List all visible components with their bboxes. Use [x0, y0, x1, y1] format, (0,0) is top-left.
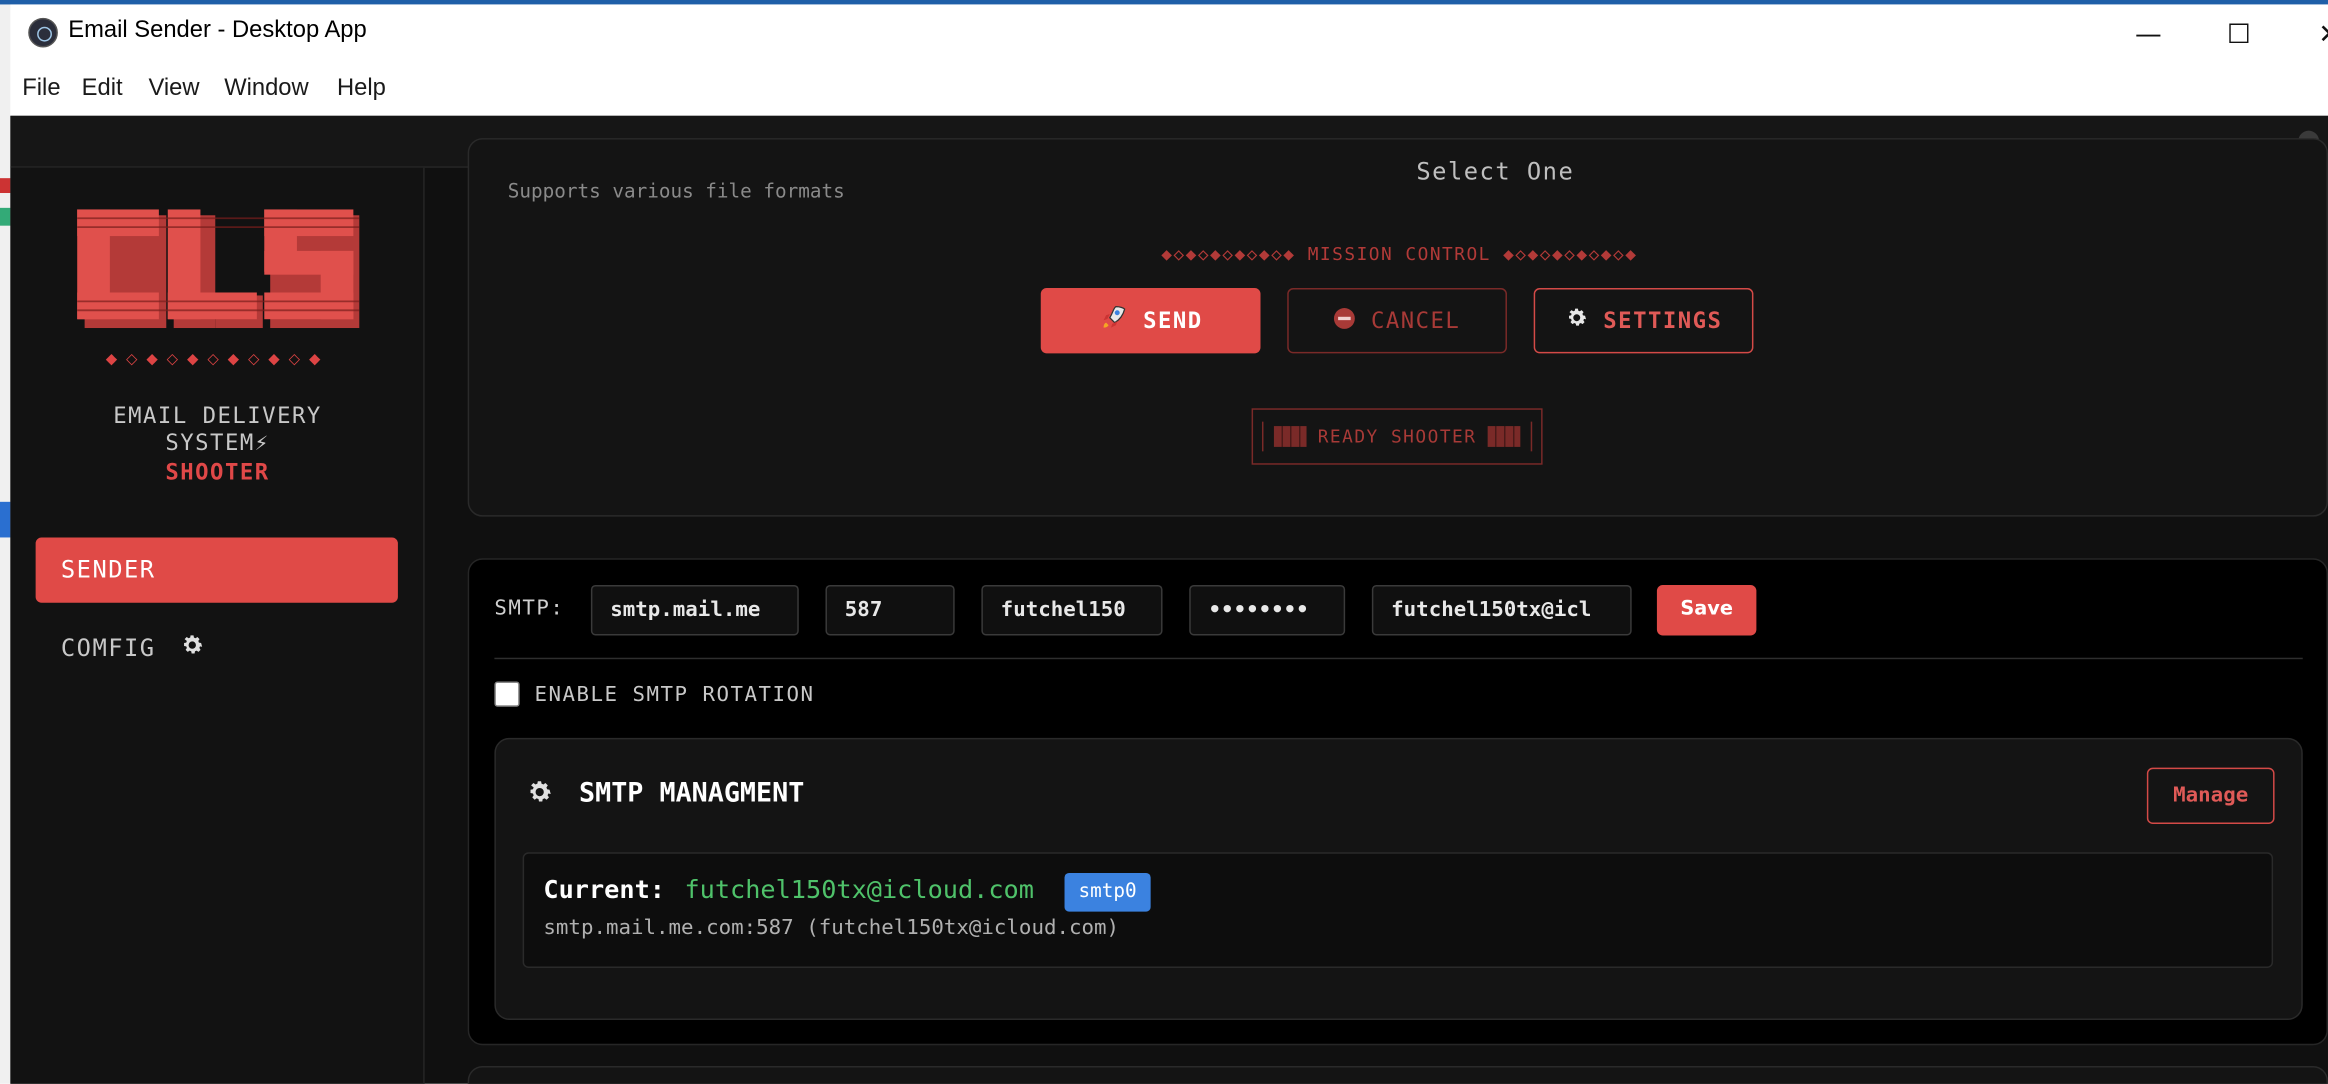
menu-help[interactable]: Help	[337, 76, 386, 103]
current-label: Current:	[543, 875, 665, 906]
smtp-rotation-label: ENABLE SMTP ROTATION	[534, 682, 815, 707]
send-label: SEND	[1143, 307, 1203, 335]
status-text: READY SHOOTER	[1317, 426, 1477, 447]
cancel-label: CANCEL	[1370, 307, 1461, 335]
menu-file[interactable]: File	[22, 76, 60, 103]
smtp-password-input[interactable]: ••••••••	[1189, 584, 1346, 636]
smtp-from-input[interactable]: futchel150tx@icl	[1371, 584, 1632, 636]
maximize-button[interactable]: ☐	[2197, 9, 2280, 62]
manage-button[interactable]: Manage	[2146, 767, 2275, 825]
status-indicator: READY SHOOTER	[1251, 408, 1543, 465]
settings-label: SETTINGS	[1603, 307, 1723, 335]
gear-icon	[1565, 306, 1589, 336]
smtp-management-title: SMTP MANAGMENT	[579, 777, 805, 810]
electron-app-icon	[28, 17, 58, 48]
brand-shooter: SHOOTER	[165, 458, 270, 486]
smtp-badge: smtp0	[1064, 872, 1151, 912]
smtp-port-input[interactable]: 587	[825, 584, 955, 636]
no-entry-icon	[1334, 307, 1356, 335]
sidebar: ◆◇◆◇◆◇◆◇◆◇◆ EMAIL DELIVERY SYSTEM⚡ SHOOT…	[10, 167, 425, 1084]
current-smtp-box: Current: futchel150tx@icloud.com smtp0 s…	[522, 852, 2274, 969]
smtp-panel: SMTP: smtp.mail.me 587 futchel150 ••••••…	[467, 558, 2328, 1046]
file-formats-hint: Supports various file formats	[507, 181, 845, 204]
brick-icon	[1488, 426, 1521, 447]
gear-icon	[526, 778, 554, 812]
file-select[interactable]: Select One	[1416, 157, 1574, 185]
smtp-management-card: SMTP MANAGMENT Manage Current: futchel15…	[494, 737, 2303, 1020]
desktop-edge	[0, 0, 11, 1084]
menu-edit[interactable]: Edit	[82, 76, 123, 103]
menu-view[interactable]: View	[148, 76, 199, 103]
current-email: futchel150tx@icloud.com	[684, 875, 1034, 906]
next-panel	[467, 1066, 2328, 1084]
sidebar-item-config[interactable]: COMFIG	[36, 616, 398, 681]
brick-icon	[1273, 426, 1306, 447]
sidebar-item-label: SENDER	[60, 555, 156, 584]
divider	[494, 657, 2303, 660]
logo-divider: ◆◇◆◇◆◇◆◇◆◇◆	[105, 351, 330, 369]
window-title: Email Sender - Desktop App	[68, 17, 367, 44]
mission-panel: Supports various file formats Select One…	[467, 138, 2328, 517]
brand-line-1: EMAIL DELIVERY	[113, 402, 322, 430]
sidebar-item-label: COMFIG	[60, 633, 156, 663]
smtp-host-input[interactable]: smtp.mail.me	[590, 584, 799, 636]
send-button[interactable]: SEND	[1040, 288, 1261, 354]
minimize-button[interactable]: —	[2107, 9, 2190, 62]
smtp-rotation-checkbox[interactable]	[494, 681, 520, 707]
save-button[interactable]: Save	[1656, 584, 1757, 636]
smtp-username-input[interactable]: futchel150	[981, 584, 1163, 636]
app-content: ◆◇◆◇◆◇◆◇◆◇◆ EMAIL DELIVERY SYSTEM⚡ SHOOT…	[10, 115, 2328, 1084]
gear-icon	[180, 617, 205, 682]
cancel-button[interactable]: CANCEL	[1287, 288, 1507, 354]
menu-bar: File Edit View Window Help	[10, 60, 2328, 116]
menu-window[interactable]: Window	[224, 76, 308, 103]
cls-logo	[77, 209, 360, 329]
close-button[interactable]: ✕	[2288, 9, 2328, 62]
sidebar-item-sender[interactable]: SENDER	[35, 537, 398, 603]
brand-line-2: SYSTEM⚡	[165, 429, 270, 456]
main-panel: Supports various file formats Select One…	[426, 138, 2328, 1084]
smtp-label: SMTP:	[494, 596, 565, 621]
settings-button[interactable]: SETTINGS	[1533, 288, 1754, 354]
rocket-icon	[1099, 303, 1129, 339]
current-smtp-detail: smtp.mail.me.com:587 (futchel150tx@iclou…	[543, 916, 1120, 940]
title-bar: Email Sender - Desktop App — ☐ ✕	[10, 4, 2328, 62]
mission-control-heading: ◆◇◆◇◆◇◆◇◆◇◆ MISSION CONTROL ◆◇◆◇◆◇◆◇◆◇◆	[1161, 243, 1638, 265]
